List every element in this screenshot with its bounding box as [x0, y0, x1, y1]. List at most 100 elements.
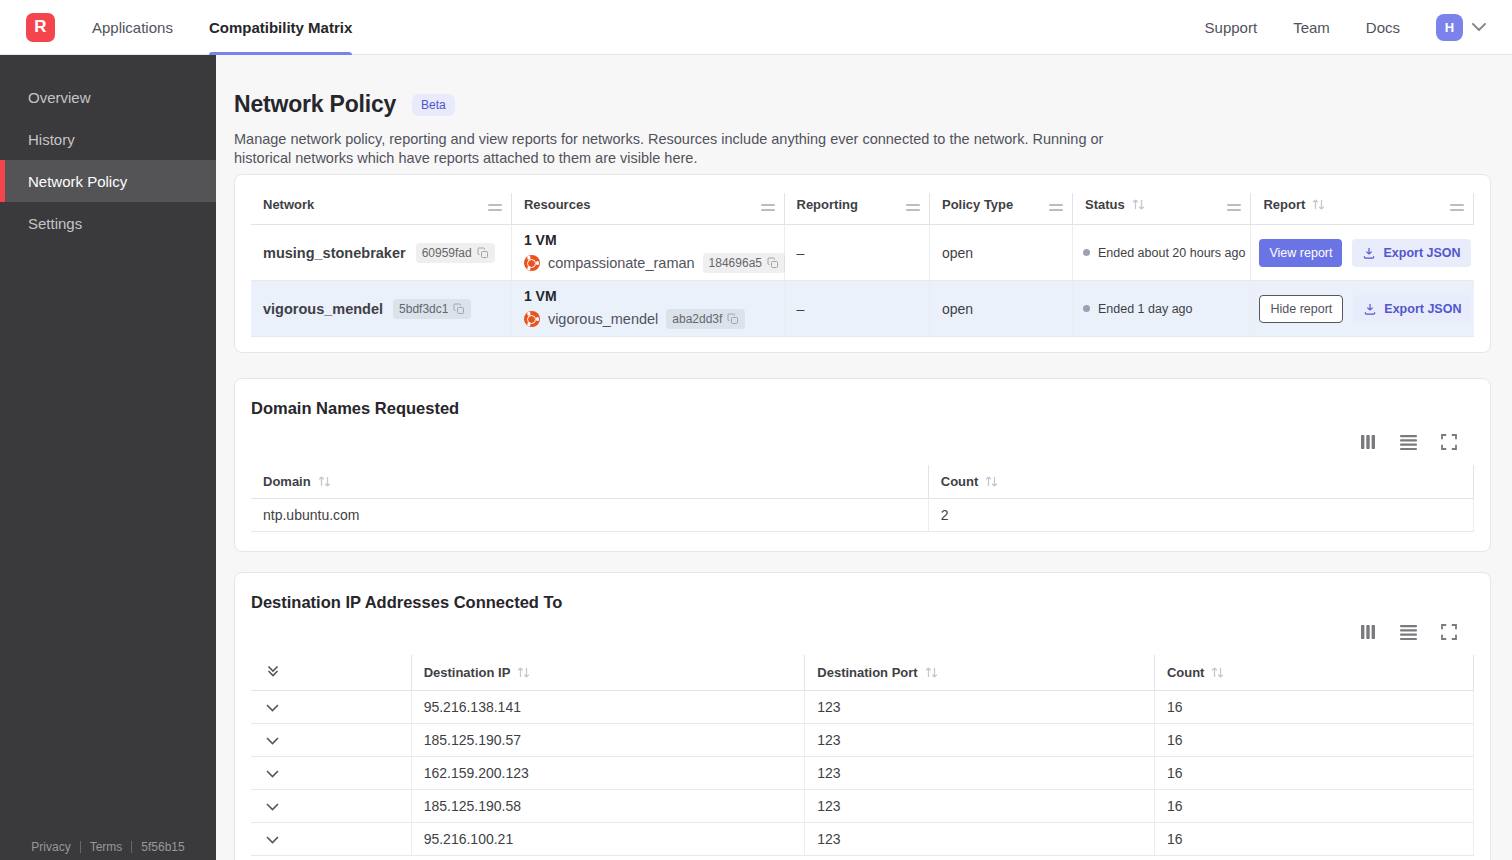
columns-icon[interactable] — [1360, 434, 1376, 450]
main-content: Network Policy Beta Manage network polic… — [216, 55, 1512, 860]
count-value: 16 — [1154, 724, 1473, 757]
count-value: 16 — [1154, 790, 1473, 823]
sort-icon[interactable] — [985, 475, 998, 488]
expand-row-icon[interactable] — [266, 836, 279, 844]
sort-icon[interactable] — [1132, 198, 1145, 211]
hide-report-button[interactable]: Hide report — [1259, 295, 1343, 323]
dest-port-value: 123 — [805, 790, 1155, 823]
ubuntu-icon — [524, 311, 540, 327]
vm-count: 1 VM — [524, 288, 772, 304]
status-dot-icon — [1083, 305, 1090, 312]
dest-port-value: 123 — [805, 757, 1155, 790]
vm-count: 1 VM — [524, 232, 772, 248]
sort-icon[interactable] — [1211, 666, 1224, 679]
drag-handle-icon[interactable] — [488, 201, 502, 214]
dest-ip-value: 162.159.200.123 — [411, 757, 805, 790]
status: Ended 1 day ago — [1083, 302, 1248, 316]
dest-port-value: 123 — [805, 823, 1155, 856]
dest-port-value: 123 — [805, 724, 1155, 757]
tab-applications[interactable]: Applications — [92, 0, 173, 55]
dest-ip-card-title: Destination IP Addresses Connected To — [251, 593, 1474, 612]
beta-badge: Beta — [412, 94, 455, 116]
column-header-domain[interactable]: Domain — [251, 465, 928, 499]
column-header-network[interactable]: Network — [251, 193, 511, 225]
export-json-button[interactable]: Export JSON — [1352, 239, 1470, 267]
copy-icon — [767, 257, 779, 269]
dest-ip-value: 185.125.190.58 — [411, 790, 805, 823]
reporting-value: – — [784, 225, 929, 281]
chevron-down-icon[interactable] — [1472, 23, 1486, 31]
sidebar-item-overview[interactable]: Overview — [0, 76, 216, 118]
support-link[interactable]: Support — [1205, 19, 1258, 36]
column-header-reporting[interactable]: Reporting — [784, 193, 929, 225]
user-menu[interactable]: H — [1436, 14, 1486, 41]
drag-handle-icon[interactable] — [761, 201, 775, 214]
column-header-status[interactable]: Status — [1073, 193, 1251, 225]
app-logo[interactable]: R — [26, 13, 55, 42]
column-header-resources[interactable]: Resources — [511, 193, 784, 225]
view-report-button[interactable]: View report — [1259, 239, 1342, 267]
terms-link[interactable]: Terms — [90, 840, 123, 854]
dest-ip-row: 95.216.100.21 123 16 — [251, 823, 1474, 856]
download-icon — [1363, 302, 1377, 316]
network-id-badge[interactable]: 5bdf3dc1 — [393, 299, 471, 319]
drag-handle-icon[interactable] — [1450, 201, 1464, 214]
column-header-destination-ip[interactable]: Destination IP — [411, 655, 805, 691]
sort-icon[interactable] — [925, 666, 938, 679]
dest-ip-row: 185.125.190.57 123 16 — [251, 724, 1474, 757]
page-description: Manage network policy, reporting and vie… — [234, 130, 1149, 168]
column-header-count[interactable]: Count — [928, 465, 1473, 499]
domain-row: ntp.ubuntu.com 2 — [251, 499, 1474, 532]
privacy-link[interactable]: Privacy — [31, 840, 70, 854]
team-link[interactable]: Team — [1293, 19, 1330, 36]
table-toolbar — [251, 624, 1474, 640]
drag-handle-icon[interactable] — [1227, 201, 1241, 214]
drag-handle-icon[interactable] — [906, 201, 920, 214]
row-height-icon[interactable] — [1400, 625, 1417, 640]
avatar[interactable]: H — [1436, 14, 1463, 41]
sidebar-item-history[interactable]: History — [0, 118, 216, 160]
column-header-destination-port[interactable]: Destination Port — [805, 655, 1155, 691]
fullscreen-icon[interactable] — [1441, 624, 1457, 640]
sidebar-item-settings[interactable]: Settings — [0, 202, 216, 244]
fullscreen-icon[interactable] — [1441, 434, 1457, 450]
row-height-icon[interactable] — [1400, 435, 1417, 450]
count-value: 16 — [1154, 757, 1473, 790]
dest-ip-row: 95.216.138.141 123 16 — [251, 691, 1474, 724]
expand-all-header[interactable] — [251, 655, 411, 691]
sidebar-item-network-policy[interactable]: Network Policy — [0, 160, 216, 202]
domain-card-title: Domain Names Requested — [251, 399, 1474, 418]
dest-ip-value: 95.216.138.141 — [411, 691, 805, 724]
resource-name: compassionate_raman — [548, 255, 695, 271]
sort-icon[interactable] — [318, 475, 331, 488]
expand-row-icon[interactable] — [266, 770, 279, 778]
policy-type-value: open — [929, 281, 1072, 337]
resource-id-badge[interactable]: 184696a5 — [703, 253, 785, 273]
dest-port-value: 123 — [805, 691, 1155, 724]
domain-table: Domain Count ntp.ubuntu.com 2 — [251, 465, 1474, 532]
network-row-musing-stonebraker: musing_stonebraker 60959fad 1 VM compass… — [251, 225, 1474, 281]
column-header-count[interactable]: Count — [1154, 655, 1473, 691]
column-header-report[interactable]: Report — [1251, 193, 1474, 225]
drag-handle-icon[interactable] — [1049, 201, 1063, 214]
download-icon — [1362, 246, 1376, 260]
sort-icon[interactable] — [517, 666, 530, 679]
columns-icon[interactable] — [1360, 624, 1376, 640]
export-json-button[interactable]: Export JSON — [1353, 295, 1471, 323]
status-dot-icon — [1083, 249, 1090, 256]
copy-icon — [727, 313, 739, 325]
copy-icon — [477, 247, 489, 259]
network-id-badge[interactable]: 60959fad — [416, 243, 495, 263]
expand-row-icon[interactable] — [266, 737, 279, 745]
resource-id-badge[interactable]: aba2dd3f — [666, 309, 745, 329]
tab-compatibility-matrix[interactable]: Compatibility Matrix — [209, 0, 352, 55]
count-value: 16 — [1154, 823, 1473, 856]
docs-link[interactable]: Docs — [1366, 19, 1400, 36]
column-header-policy-type[interactable]: Policy Type — [929, 193, 1072, 225]
expand-row-icon[interactable] — [266, 704, 279, 712]
sort-icon[interactable] — [1312, 198, 1325, 211]
resource-name: vigorous_mendel — [548, 311, 658, 327]
table-toolbar — [251, 434, 1474, 450]
expand-row-icon[interactable] — [266, 803, 279, 811]
networks-table-card: Network Resources Reporting Policy Type — [234, 174, 1491, 354]
